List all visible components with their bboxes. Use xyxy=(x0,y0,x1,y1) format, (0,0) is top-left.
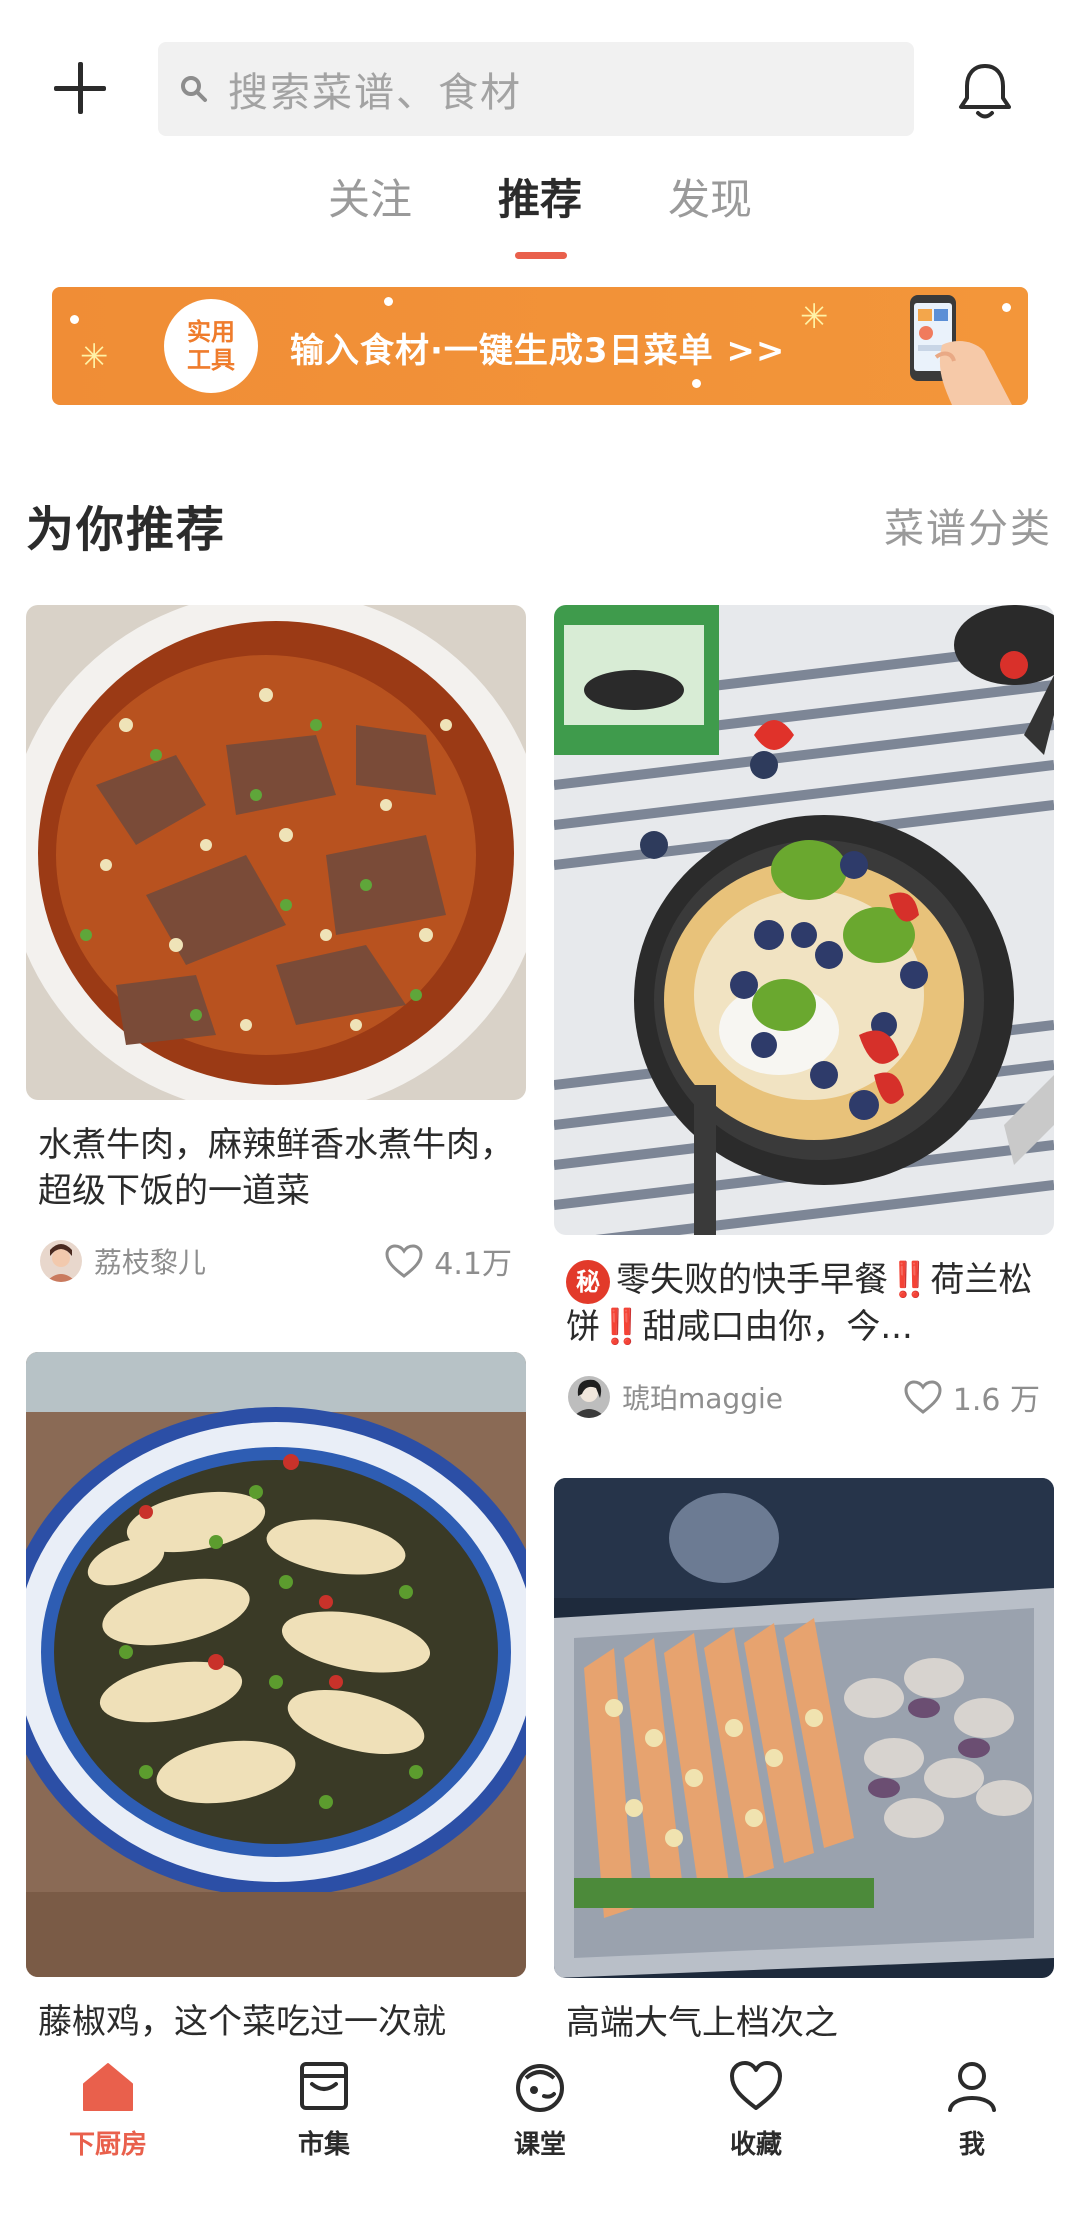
heart-icon xyxy=(385,1244,423,1278)
banner-badge: 实用 工具 xyxy=(164,299,258,393)
sparkle-icon: ✳ xyxy=(800,297,829,337)
like-count[interactable]: 4.1万 xyxy=(384,1239,512,1283)
search-icon xyxy=(174,69,214,109)
profile-icon xyxy=(948,2062,996,2112)
recipe-image xyxy=(554,1478,1054,1978)
heart-icon xyxy=(904,1379,942,1414)
bell-icon[interactable] xyxy=(952,58,1018,124)
recipe-meta: 琥珀maggie 1.6 万 xyxy=(554,1372,1054,1422)
recipe-image xyxy=(26,605,526,1100)
badge-text: 工具 xyxy=(187,346,235,374)
author-name: 荔枝黎儿 xyxy=(94,1246,207,1279)
feed-tabs: 关注 推荐 发现 xyxy=(0,170,1080,260)
avatar xyxy=(40,1240,82,1282)
bottom-nav: 下厨房 市集 课堂 收藏 我 xyxy=(0,2040,1080,2213)
recipe-category-link[interactable]: 菜谱分类 xyxy=(884,496,1052,554)
recipe-image xyxy=(554,605,1054,1235)
class-icon xyxy=(516,2064,564,2112)
nav-item-market[interactable]: 市集 xyxy=(216,2040,432,2213)
author-name: 琥珀maggie xyxy=(622,1381,783,1415)
recipe-card[interactable]: 高端大气上档次之 xyxy=(554,1478,1054,2046)
avatar xyxy=(568,1375,610,1418)
banner-text: 输入食材·一键生成3日菜单 >> xyxy=(290,331,786,371)
recipe-title-text: 甜咸口由你，今... xyxy=(642,1306,913,1347)
exclamation-icon: ‼️ xyxy=(888,1260,931,1300)
menu-generator-banner[interactable]: ✳ ✳ 实用 工具 输入食材·一键生成3日菜单 >> xyxy=(52,287,1028,405)
heart-icon xyxy=(730,2061,782,2110)
recipe-card[interactable]: 水煮牛肉，麻辣鲜香水煮牛肉，超级下饭的一道菜 荔枝黎儿 4.1万 xyxy=(26,605,526,1286)
decor-dot xyxy=(384,297,393,306)
phone-hand-illustration xyxy=(910,295,1012,405)
add-button[interactable] xyxy=(50,58,110,118)
recipe-title: 藤椒鸡，这个菜吃过一次就 xyxy=(38,2002,446,2042)
home-icon xyxy=(83,2063,133,2111)
like-count-value: 4.1万 xyxy=(434,1247,512,1282)
exclamation-icon: ‼️ xyxy=(600,1306,643,1347)
recipe-card[interactable]: 藤椒鸡，这个菜吃过一次就 xyxy=(26,1352,526,2045)
recipe-title-text: 零失败的快手早餐 xyxy=(616,1260,888,1300)
recipe-image xyxy=(26,1352,526,1977)
recipe-meta: 荔枝黎儿 4.1万 xyxy=(26,1236,526,1286)
tab-label: 推荐 xyxy=(497,175,582,224)
nav-label: 下厨房 xyxy=(68,2130,147,2160)
decor-dot xyxy=(70,315,79,324)
like-count[interactable]: 1.6 万 xyxy=(903,1375,1040,1419)
nav-item-class[interactable]: 课堂 xyxy=(432,2040,648,2213)
decor-dot xyxy=(692,379,701,388)
nav-item-home[interactable]: 下厨房 xyxy=(0,2040,216,2213)
tab-discover[interactable]: 发现 xyxy=(625,170,795,260)
section-title: 为你推荐 xyxy=(26,502,227,558)
nav-item-favorites[interactable]: 收藏 xyxy=(648,2040,864,2213)
tab-label: 发现 xyxy=(667,175,752,224)
nav-label: 我 xyxy=(958,2130,985,2160)
recipe-title: 水煮牛肉，麻辣鲜香水煮牛肉，超级下饭的一道菜 xyxy=(38,1125,514,1211)
search-input[interactable]: 搜索菜谱、食材 xyxy=(158,42,914,136)
recipe-title: 秘零失败的快手早餐‼️荷兰松饼‼️甜咸口由你，今... xyxy=(554,1257,1054,1350)
badge-text: 实用 xyxy=(187,318,235,346)
nav-label: 收藏 xyxy=(729,2130,782,2160)
tab-follow[interactable]: 关注 xyxy=(285,170,455,260)
sparkle-icon: ✳ xyxy=(80,337,109,377)
top-bar: 搜索菜谱、食材 xyxy=(0,0,1080,150)
recipe-card[interactable]: 秘零失败的快手早餐‼️荷兰松饼‼️甜咸口由你，今... 琥珀maggie 1.6… xyxy=(554,605,1054,1422)
nav-item-profile[interactable]: 我 xyxy=(864,2040,1080,2213)
secret-badge: 秘 xyxy=(566,1259,610,1304)
like-count-value: 1.6 万 xyxy=(952,1382,1040,1418)
nav-label: 课堂 xyxy=(513,2130,566,2160)
market-icon xyxy=(300,2062,348,2110)
tab-active-indicator xyxy=(515,252,567,259)
nav-label: 市集 xyxy=(297,2130,350,2160)
search-placeholder: 搜索菜谱、食材 xyxy=(228,70,522,116)
tab-label: 关注 xyxy=(327,175,412,224)
tab-recommend[interactable]: 推荐 xyxy=(455,170,625,260)
